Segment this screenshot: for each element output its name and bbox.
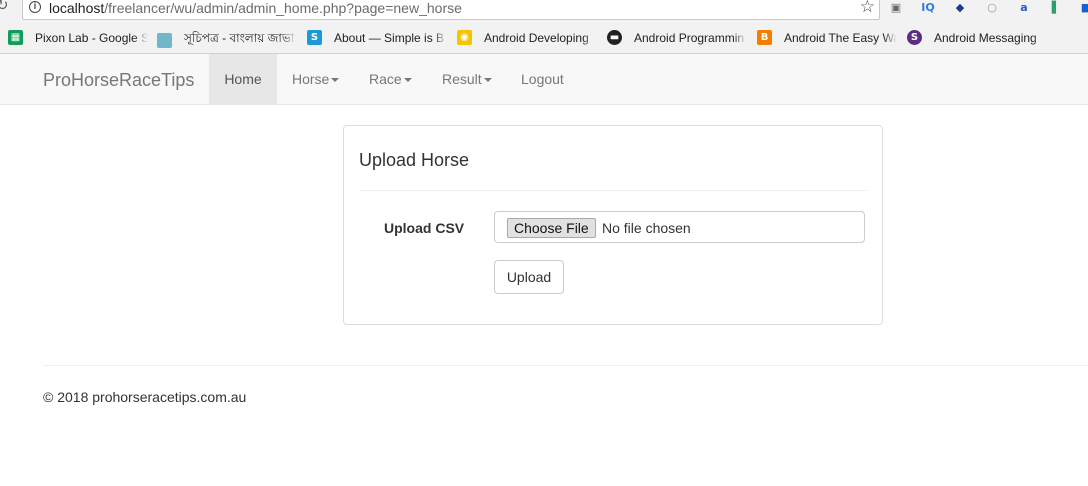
flag-extension-icon[interactable]: ◆ [952, 0, 968, 16]
upload-button[interactable]: Upload [494, 260, 564, 294]
bangla-site-icon [157, 32, 172, 48]
upload-csv-label: Upload CSV [384, 220, 465, 236]
panel-divider [359, 190, 867, 191]
bookmark-item[interactable]: ▬ Android Programmin [607, 30, 747, 48]
sheets-icon: ▦ [8, 30, 23, 46]
nav-home-label: Home [224, 71, 262, 87]
bookmark-item[interactable]: S About — Simple is B [307, 30, 447, 48]
caret-down-icon [331, 78, 340, 83]
nav-horse-label: Horse [292, 71, 330, 87]
address-bar[interactable]: i localhost/freelancer/wu/admin/admin_ho… [22, 0, 880, 20]
a-extension-icon[interactable]: a [1016, 0, 1032, 16]
caret-down-icon [403, 78, 412, 83]
nav-horse-dropdown[interactable]: Horse [292, 54, 340, 104]
camera-extension-icon[interactable]: ▣ [888, 0, 904, 16]
s-purple-icon: S [907, 30, 922, 46]
url-text[interactable]: localhost/freelancer/wu/admin/admin_home… [49, 0, 462, 16]
csv-file-input[interactable]: Choose File No file chosen [494, 211, 865, 243]
nav-result-label: Result [442, 71, 482, 87]
panel-title: Upload Horse [359, 150, 470, 170]
android-dev-icon: ◉ [457, 30, 472, 46]
browser-chrome: ↻ i localhost/freelancer/wu/admin/admin_… [0, 0, 1088, 54]
brand-link[interactable]: ProHorseRaceTips [43, 70, 194, 91]
footer-copyright: © 2018 prohorseracetips.com.au [43, 389, 247, 405]
extra-extension-icon[interactable]: ■ [1078, 0, 1088, 16]
bookmarks-bar: ▦ Pixon Lab - Google S সূচিপত্র - বাংলায়… [0, 26, 1088, 50]
bookmark-item[interactable]: ◉ Android Developing [457, 30, 597, 48]
site-info-icon[interactable]: i [29, 1, 41, 13]
file-status-text: No file chosen [602, 220, 691, 236]
iq-extension-icon[interactable]: IQ [920, 0, 936, 16]
nav-logout[interactable]: Logout [521, 54, 564, 104]
bookmark-star-icon[interactable]: ☆ [860, 0, 875, 17]
nav-home[interactable]: Home [209, 54, 277, 104]
url-host: localhost [49, 0, 105, 16]
top-navbar: ProHorseRaceTips Home Horse Race Result … [0, 54, 1088, 105]
upload-horse-panel: Upload Horse Upload CSV Choose File No f… [343, 125, 883, 325]
s-blue-icon: S [307, 30, 322, 46]
bookmark-item[interactable]: S Android Messaging [907, 30, 1047, 48]
nav-logout-label: Logout [521, 71, 564, 87]
nav-race-label: Race [369, 71, 402, 87]
nav-result-dropdown[interactable]: Result [442, 54, 492, 104]
book-extension-icon[interactable]: ▌ [1048, 0, 1064, 16]
caret-down-icon [483, 78, 492, 83]
code-extension-icon[interactable]: ○ [984, 0, 1000, 16]
bookmark-item[interactable]: সূচিপত্র - বাংলায় জাভা [157, 30, 297, 48]
choose-file-button[interactable]: Choose File [507, 218, 596, 238]
footer-divider [43, 365, 1088, 366]
android-prog-icon: ▬ [607, 30, 622, 46]
blogger-icon: B [757, 30, 772, 46]
bookmark-item[interactable]: ▦ Pixon Lab - Google S [8, 30, 148, 48]
reload-icon[interactable]: ↻ [0, 0, 14, 14]
nav-race-dropdown[interactable]: Race [369, 54, 412, 104]
bookmark-item[interactable]: B Android The Easy Wa [757, 30, 897, 48]
url-path: /freelancer/wu/admin/admin_home.php?page… [104, 0, 462, 16]
